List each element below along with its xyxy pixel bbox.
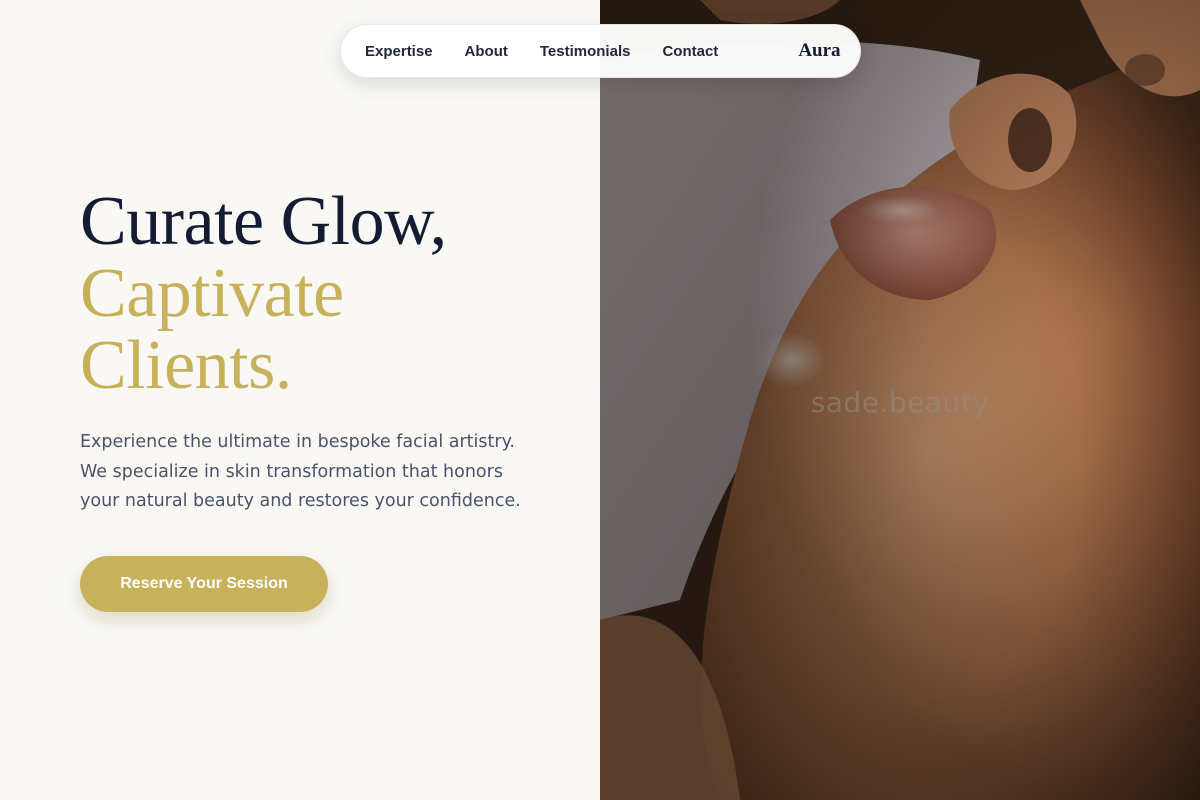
hero-section: Curate Glow, Captivate Clients. Experien… — [0, 0, 600, 800]
hero-description: Experience the ultimate in bespoke facia… — [80, 428, 530, 517]
headline-line-1: Curate Glow, — [80, 183, 447, 260]
nav-link-about[interactable]: About — [465, 43, 508, 60]
landing-page: Curate Glow, Captivate Clients. Experien… — [0, 0, 1200, 800]
headline-line-3: Clients. — [80, 327, 292, 404]
hero-headline: Curate Glow, Captivate Clients. — [80, 186, 447, 402]
nav-link-expertise[interactable]: Expertise — [365, 43, 433, 60]
reserve-session-button[interactable]: Reserve Your Session — [80, 556, 328, 612]
nav-link-testimonials[interactable]: Testimonials — [540, 43, 631, 60]
hero-photo: sade.beauty — [600, 0, 1200, 800]
brand-logo[interactable]: Aura — [798, 40, 840, 62]
photo-watermark: sade.beauty — [810, 386, 990, 419]
description-line-3: your natural beauty and restores your co… — [80, 491, 521, 511]
nav-link-contact[interactable]: Contact — [662, 43, 718, 60]
description-line-1: Experience the ultimate in bespoke facia… — [80, 432, 515, 452]
top-navigation: Expertise About Testimonials Contact Aur… — [340, 24, 861, 78]
description-line-2: We specialize in skin transformation tha… — [80, 461, 503, 482]
headline-line-2: Captivate — [80, 255, 344, 332]
